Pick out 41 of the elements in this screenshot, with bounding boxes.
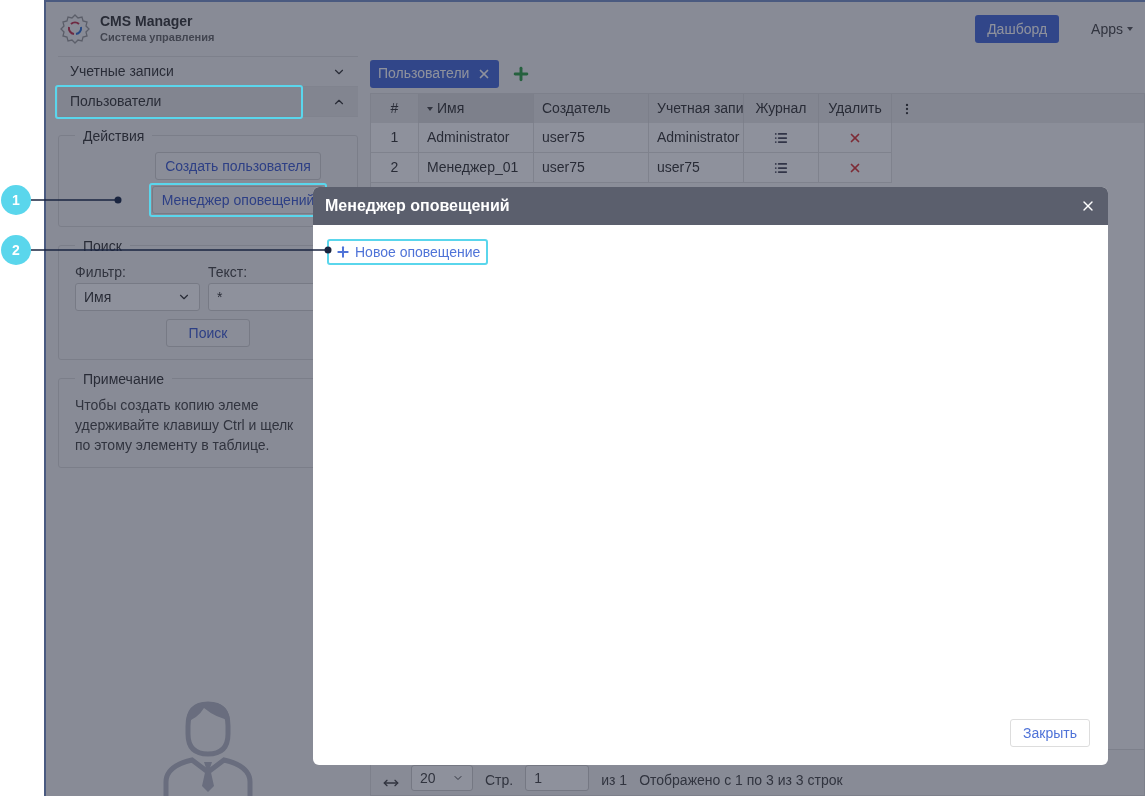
table-cell: Administrator xyxy=(649,123,744,152)
journal-icon[interactable] xyxy=(774,160,788,175)
callout-badge: 2 xyxy=(1,235,31,265)
callout-badge: 1 xyxy=(1,185,31,215)
note-text: Чтобы создать копию элеме удерживайте клавишу Ctrl и щелк по этому элементу в таблице. xyxy=(75,396,295,455)
action-button[interactable]: Создать пользователя xyxy=(155,152,321,180)
action-button[interactable]: Менеджер оповещений xyxy=(151,186,325,214)
sort-caret-icon xyxy=(427,106,433,111)
dashboard-button[interactable]: Дашборд xyxy=(975,15,1060,43)
table-cell: 1 xyxy=(371,123,419,152)
accordion-item[interactable]: Пользователи xyxy=(58,87,358,117)
table-cell: user75 xyxy=(534,123,649,152)
user-silhouette-icon xyxy=(162,700,254,796)
journal-icon[interactable] xyxy=(774,130,788,145)
page-count: из 1 xyxy=(601,771,628,790)
filter-select[interactable]: Имя xyxy=(75,283,200,311)
text-label: Текст: xyxy=(208,263,249,282)
tab[interactable]: Пользователи xyxy=(370,59,500,88)
close-button[interactable]: Закрыть xyxy=(1010,719,1090,747)
dialog-title: Менеджер оповещений xyxy=(325,196,510,216)
filter-label: Фильтр: xyxy=(75,263,127,282)
column-header[interactable]: Имя xyxy=(419,94,534,123)
app-title: CMS Manager xyxy=(100,13,194,31)
page-label: Стр. xyxy=(485,771,514,790)
page-field[interactable]: 1 xyxy=(525,765,590,791)
table-cell: user75 xyxy=(534,153,649,182)
accordion-label: Учетные записи xyxy=(70,62,174,81)
plus-icon xyxy=(335,244,351,260)
app-subtitle: Система управления xyxy=(100,30,215,45)
table-cell: Administrator xyxy=(419,123,534,152)
rows-summary: Отображено с 1 по 3 из 3 строк xyxy=(639,771,843,790)
table-cell: 2 xyxy=(371,153,419,182)
new-notification-button[interactable]: Новое оповещение xyxy=(327,239,489,265)
table-cell: user75 xyxy=(649,153,744,182)
table-cell: Менеджер_01 xyxy=(419,153,534,182)
accordion-label: Пользователи xyxy=(70,92,162,111)
search-button[interactable]: Поиск xyxy=(166,319,250,347)
apps-menu[interactable]: Apps xyxy=(1091,18,1133,40)
page-size-select[interactable]: 20 xyxy=(411,765,473,791)
gear-logo-icon xyxy=(58,12,92,46)
caret-icon xyxy=(1127,27,1133,31)
